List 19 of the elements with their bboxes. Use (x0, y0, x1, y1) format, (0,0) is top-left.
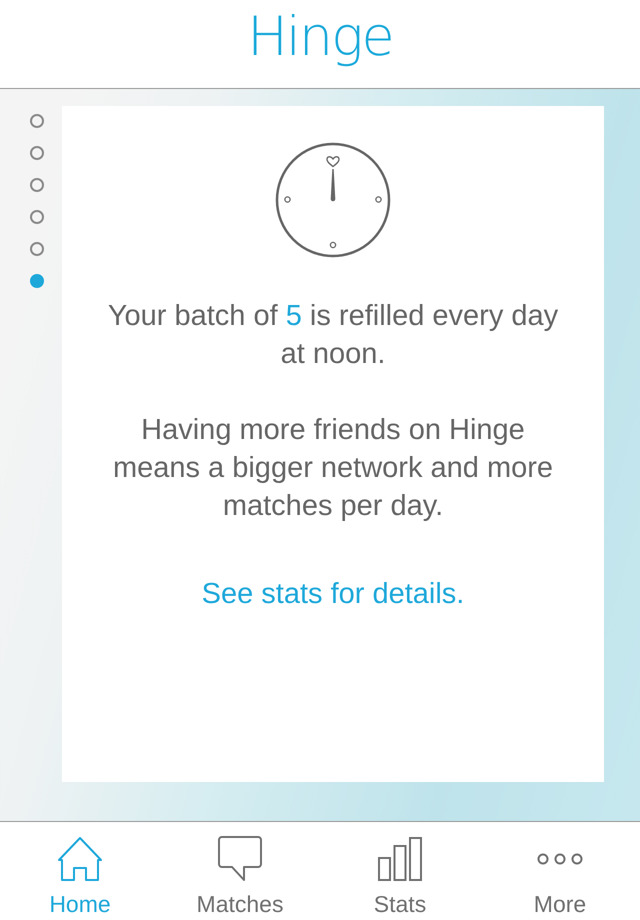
bar-chart-icon (378, 837, 422, 881)
speech-bubble-icon (217, 836, 263, 882)
stats-link[interactable]: See stats for details. (202, 575, 464, 613)
page-dot[interactable] (30, 274, 44, 288)
three-dots-icon (537, 853, 583, 865)
tab-button[interactable]: More (480, 822, 640, 920)
page-dot[interactable] (30, 210, 44, 224)
page-dot[interactable] (30, 146, 44, 160)
page-dot[interactable] (30, 114, 44, 128)
tab-button[interactable]: Matches (160, 822, 320, 920)
refill-text: Your batch of 5 is refilled every day at noon. (106, 299, 560, 372)
tab-button[interactable]: Stats (320, 822, 480, 920)
clock-icon (275, 142, 391, 258)
tab-button[interactable]: Home (0, 822, 160, 920)
house-icon (57, 836, 103, 882)
page-dot[interactable] (30, 242, 44, 256)
page-dot[interactable] (30, 178, 44, 192)
logo-text: Hinge (247, 10, 393, 64)
network-text: Having more friends on Hinge means a bigger network and more matches per day. (112, 413, 554, 524)
